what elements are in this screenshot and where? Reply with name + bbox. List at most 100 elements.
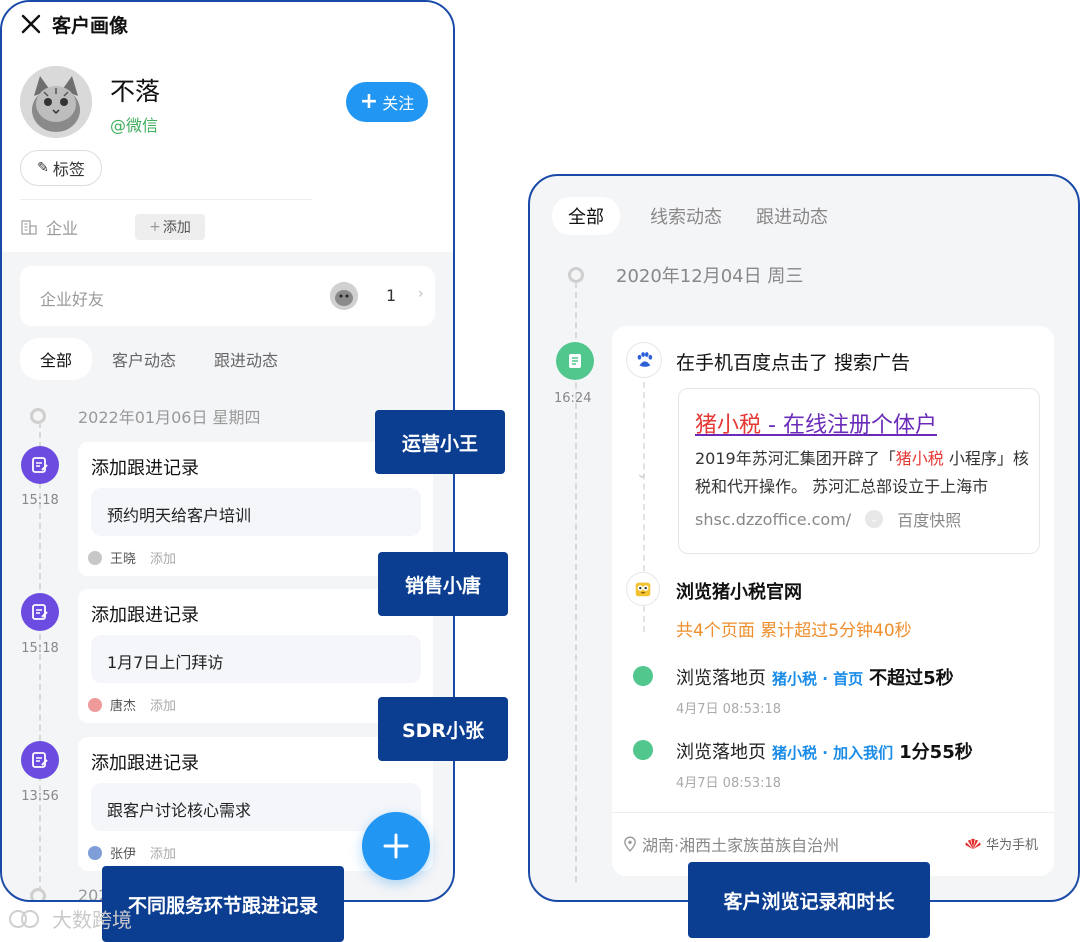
company-row: 企业 (20, 212, 78, 242)
timeline-dot (30, 887, 46, 900)
plus-icon (383, 833, 409, 859)
follow-label: 关注 (382, 94, 415, 113)
visit-prefix: 浏览落地页 (676, 742, 766, 763)
search-ad-card[interactable]: 猪小税 - 在线注册个体户 2019年苏河汇集团开辟了「猪小税 小程序」核税和代… (678, 388, 1040, 554)
ad-footer: shsc.dzzoffice.com/ ⌄ 百度快照 (695, 507, 961, 531)
visit-duration: 不超过5秒 (869, 668, 954, 689)
timeline-dot (568, 267, 584, 283)
event-action: 在手机百度点击了 搜索广告 (676, 352, 911, 374)
baidu-paw-icon (626, 342, 662, 378)
record-content: 预约明天给客户培训 (91, 488, 421, 536)
lead-tabs: 全部 线索动态 跟进动态 (552, 197, 862, 235)
user-avatar (88, 845, 102, 860)
tag-label: 标签 (52, 160, 85, 179)
visit-dot (633, 666, 653, 686)
building-icon (21, 220, 37, 235)
date-label: 2020年12月04日 周三 (616, 266, 804, 287)
tab-customer-activity[interactable]: 客户动态 (112, 347, 176, 371)
role-label-sales: 销售小唐 (378, 552, 508, 616)
cat-avatar-icon (330, 282, 358, 310)
add-company-button[interactable]: + 添加 (135, 214, 205, 240)
timeline-date-next: 202 (30, 886, 109, 900)
follow-record-icon (21, 741, 59, 779)
add-link[interactable]: 添加 (150, 843, 176, 862)
browse-records-phone: 全部 线索动态 跟进动态 2020年12月04日 周三 16:24 在手机百度点… (528, 174, 1080, 902)
ad-description: 2019年苏河汇集团开辟了「猪小税 小程序」核税和代开操作。 苏河汇总部设立于上… (695, 445, 1035, 501)
divider (20, 199, 312, 200)
record-title: 添加跟进记录 (91, 605, 199, 626)
pencil-icon: ✎ (37, 160, 49, 176)
timeline-date: 2020年12月04日 周三 (568, 262, 803, 288)
tab-follow-up[interactable]: 跟进动态 (214, 347, 278, 371)
caption-follow-records: 不同服务环节跟进记录 (102, 866, 344, 942)
profile-tabs: 全部 客户动态 跟进动态 (20, 338, 316, 380)
visit-timestamp: 4月7日 08:53:18 (676, 776, 782, 791)
location-pin-icon (624, 836, 636, 852)
divider (612, 812, 1054, 813)
visit-dot (633, 740, 653, 760)
add-record-button[interactable] (362, 812, 430, 880)
follow-record-icon (21, 593, 59, 631)
visit-page[interactable]: 猪小税 · 首页 (772, 668, 863, 689)
profile-header: 客户画像 不落 @微信 + 关注 ✎ 标签 企业 + 添加 (2, 2, 453, 252)
watermark-logo-icon (9, 909, 39, 928)
follow-record-icon (21, 446, 59, 484)
record-time: 15:18 (21, 641, 59, 656)
browse-event-card: 在手机百度点击了 搜索广告 ⌄ 猪小税 - 在线注册个体户 2019年苏河汇集团… (612, 326, 1054, 876)
plus-icon: + (149, 219, 161, 235)
chevron-right-icon: › (418, 286, 424, 302)
page-title: 客户画像 (52, 14, 129, 37)
user-name: 唐杰 (110, 699, 137, 714)
document-icon (556, 342, 594, 380)
avatar[interactable] (20, 66, 92, 138)
visit-duration: 1分55秒 (899, 742, 973, 763)
ad-url[interactable]: shsc.dzzoffice.com/ (695, 510, 851, 529)
follow-button[interactable]: + 关注 (346, 82, 428, 122)
user-name: 王晓 (110, 552, 137, 567)
ad-title-brand: 猪小税 (695, 413, 762, 438)
friend-avatar (330, 282, 358, 310)
record-title: 添加跟进记录 (91, 753, 199, 774)
add-link[interactable]: 添加 (150, 695, 176, 714)
visit-prefix: 浏览落地页 (676, 668, 766, 689)
role-label-operations: 运营小王 (375, 410, 505, 474)
friends-label: 企业好友 (40, 290, 105, 309)
caption-browse-records: 客户浏览记录和时长 (688, 862, 930, 938)
ad-desc-part: 2019年苏河汇集团开辟了「 (695, 449, 896, 468)
tab-follow-up[interactable]: 跟进动态 (756, 203, 828, 229)
customer-name: 不落 (110, 77, 161, 106)
visit-entry: 浏览落地页 猪小税 · 加入我们 1分55秒 (676, 738, 973, 764)
enterprise-friends-row[interactable]: 企业好友 1 › (20, 266, 435, 326)
record-user: 唐杰 添加 (88, 695, 176, 714)
cat-avatar-icon (20, 66, 92, 138)
site-visit-title: 浏览猪小税官网 (676, 582, 802, 603)
user-avatar (88, 550, 102, 565)
chevron-down-icon: ⌄ (636, 466, 648, 482)
owl-site-icon (626, 572, 660, 606)
record-user: 王晓 添加 (88, 548, 176, 567)
timeline-dot (30, 408, 46, 424)
ad-title[interactable]: 猪小税 - 在线注册个体户 (695, 407, 937, 439)
snapshot-link[interactable]: 百度快照 (897, 507, 961, 531)
record-content: 1月7日上门拜访 (91, 635, 421, 683)
tag-button[interactable]: ✎ 标签 (20, 150, 102, 186)
friends-count: 1 (386, 286, 397, 305)
visit-entry: 浏览落地页 猪小税 · 首页 不超过5秒 (676, 664, 954, 690)
watermark-text: 大数跨境 (52, 908, 132, 932)
record-title: 添加跟进记录 (91, 458, 199, 479)
role-label-sdr: SDR小张 (378, 697, 508, 761)
record-time: 15:18 (21, 493, 59, 508)
event-time: 16:24 (554, 391, 592, 406)
visit-timestamp: 4月7日 08:53:18 (676, 702, 782, 717)
tab-all[interactable]: 全部 (20, 338, 93, 380)
site-visit-summary: 共4个页面 累计超过5分钟40秒 (676, 621, 912, 641)
visit-page[interactable]: 猪小税 · 加入我们 (772, 742, 893, 763)
record-time: 13:56 (21, 789, 59, 804)
location: 湖南·湘西土家族苗族自治州 (624, 832, 839, 856)
ad-title-rest: - 在线注册个体户 (761, 413, 937, 438)
tab-all[interactable]: 全部 (552, 197, 620, 235)
timeline-date: 2022年01月06日 星期四 (30, 404, 261, 428)
close-icon[interactable] (20, 13, 42, 35)
tab-lead-activity[interactable]: 线索动态 (650, 203, 722, 229)
add-link[interactable]: 添加 (150, 548, 176, 567)
